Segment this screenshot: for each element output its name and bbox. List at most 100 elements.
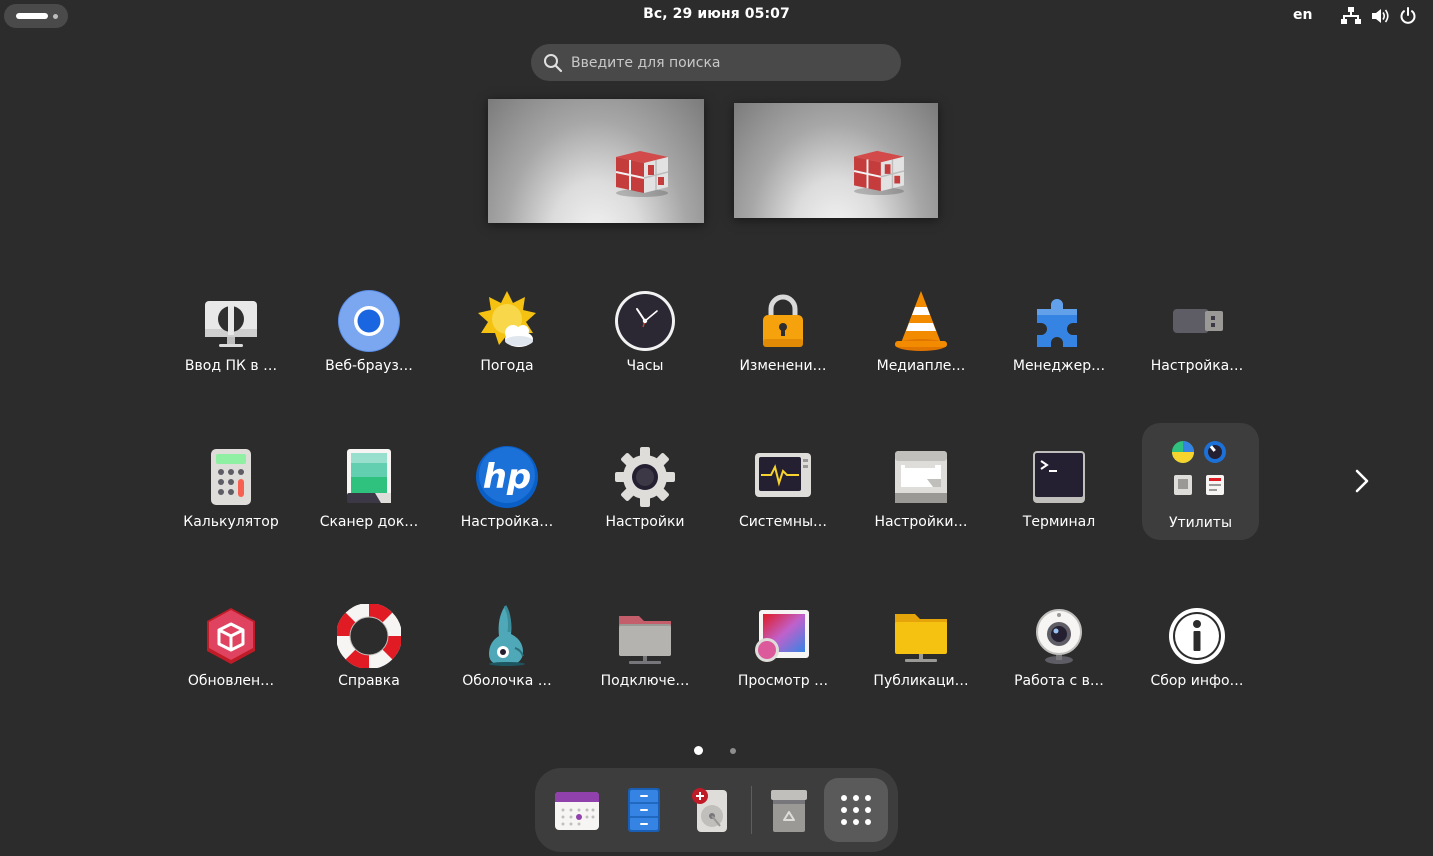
svg-text:hp: hp [483,457,532,497]
app-label: Веб-брауз… [325,358,413,374]
software-update-icon [207,608,255,664]
app-help[interactable]: Справка [310,583,428,699]
system-monitor-icon [755,453,811,497]
app-remote-input[interactable]: Ввод ПК в … [172,268,290,384]
show-apps-button[interactable] [824,778,888,842]
app-label: Настройки… [874,514,968,530]
info-icon [1169,608,1225,664]
app-label: Калькулятор [183,514,279,530]
trash-icon [771,790,807,832]
public-folder-icon [895,614,947,662]
app-label: Настройка… [1150,358,1244,374]
page-dot-2[interactable] [730,748,736,754]
dock-trash[interactable] [757,778,821,842]
app-public-sharing[interactable]: Публикаци… [862,583,980,699]
app-lock-changes[interactable]: Изменени… [724,268,842,384]
app-label: Изменени… [739,358,827,374]
app-label: Просмотр … [737,673,829,689]
date-time[interactable]: Вс, 29 июня 05:07 [0,6,1433,22]
workspace-thumbnail-2[interactable] [734,103,938,218]
app-image-viewer[interactable]: Просмотр … [724,583,842,699]
search-input[interactable] [571,44,891,81]
page-dot-1[interactable] [694,746,703,755]
app-label: Работа с в… [1014,673,1104,689]
app-media-player[interactable]: Медиапле… [862,268,980,384]
app-usb-settings[interactable]: Настройка… [1138,268,1256,384]
printer-icon [895,451,947,503]
utilities-folder-icon [1172,441,1226,495]
app-label: Публикаци… [873,673,969,689]
app-clocks[interactable]: Часы [586,268,704,384]
app-label: Обновлен… [187,673,275,689]
shell-icon [489,605,525,666]
app-weather[interactable]: Погода [448,268,566,384]
app-system-info[interactable]: Сбор инфо… [1138,583,1256,699]
dock-separator [751,786,752,834]
app-hp-setup[interactable]: hp Настройка… [448,424,566,540]
workspace-thumbnail-1[interactable] [488,99,704,223]
app-label: Утилиты [1168,515,1233,531]
network-icon[interactable] [1341,6,1361,26]
usb-icon [1173,309,1223,333]
app-label: Терминал [1022,514,1096,530]
extensions-icon [1037,299,1077,347]
hp-icon: hp [476,446,538,508]
calendar-icon [555,792,599,830]
app-label: Оболочка … [462,673,552,689]
app-label: Справка [338,673,400,689]
app-document-scanner[interactable]: Сканер док… [310,424,428,540]
weather-icon [478,291,536,347]
calculator-icon [211,449,251,505]
app-webcam[interactable]: Работа с в… [1000,583,1118,699]
image-viewer-icon [755,610,809,662]
app-web-browser[interactable]: Веб-брауз… [310,268,428,384]
lock-icon [763,294,803,347]
app-software-update[interactable]: Обновлен… [172,583,290,699]
app-label: Менеджер… [1012,358,1106,374]
dock-disk-utility[interactable] [679,778,743,842]
terminal-icon [1033,451,1085,503]
show-apps-icon [841,795,871,825]
app-system-monitor[interactable]: Системны… [724,424,842,540]
app-terminal[interactable]: Терминал [1000,424,1118,540]
network-folder-icon [619,616,671,664]
dock-calendar[interactable] [545,778,609,842]
app-shell[interactable]: Оболочка … [448,583,566,699]
wallpaper-cube-icon [853,150,905,195]
wallpaper-cube-icon [615,151,669,197]
app-label: Часы [626,358,664,374]
folder-utilities[interactable]: Утилиты [1142,423,1259,540]
dock [535,768,898,852]
app-label: Настройки [605,514,685,530]
next-page-chevron-icon[interactable] [1348,466,1376,496]
app-label: Подключе… [600,673,690,689]
clock-icon [615,291,675,351]
app-label: Настройка… [460,514,554,530]
disk-utility-icon [692,788,727,832]
app-label: Погода [480,358,534,374]
app-label: Системны… [738,514,828,530]
search-icon [544,54,563,73]
help-icon [337,604,401,668]
app-label: Сбор инфо… [1150,673,1244,689]
top-bar: Вс, 29 июня 05:07 en [0,0,1433,32]
app-label: Сканер док… [319,514,419,530]
app-label: Медиапле… [876,358,966,374]
search-bar[interactable] [531,44,901,81]
settings-icon [615,447,675,507]
power-icon[interactable] [1398,6,1418,26]
app-network-connections[interactable]: Подключе… [586,583,704,699]
app-calculator[interactable]: Калькулятор [172,424,290,540]
app-label: Ввод ПК в … [184,358,278,374]
vlc-icon [895,291,947,351]
app-printer-settings[interactable]: Настройки… [862,424,980,540]
volume-icon[interactable] [1370,6,1390,26]
keyboard-layout[interactable]: en [1293,7,1312,23]
chromium-icon [338,290,400,352]
dock-files[interactable] [612,778,676,842]
files-icon [628,788,660,832]
app-extension-manager[interactable]: Менеджер… [1000,268,1118,384]
scanner-icon [347,449,391,503]
app-settings[interactable]: Настройки [586,424,704,540]
remote-input-icon [205,301,257,347]
